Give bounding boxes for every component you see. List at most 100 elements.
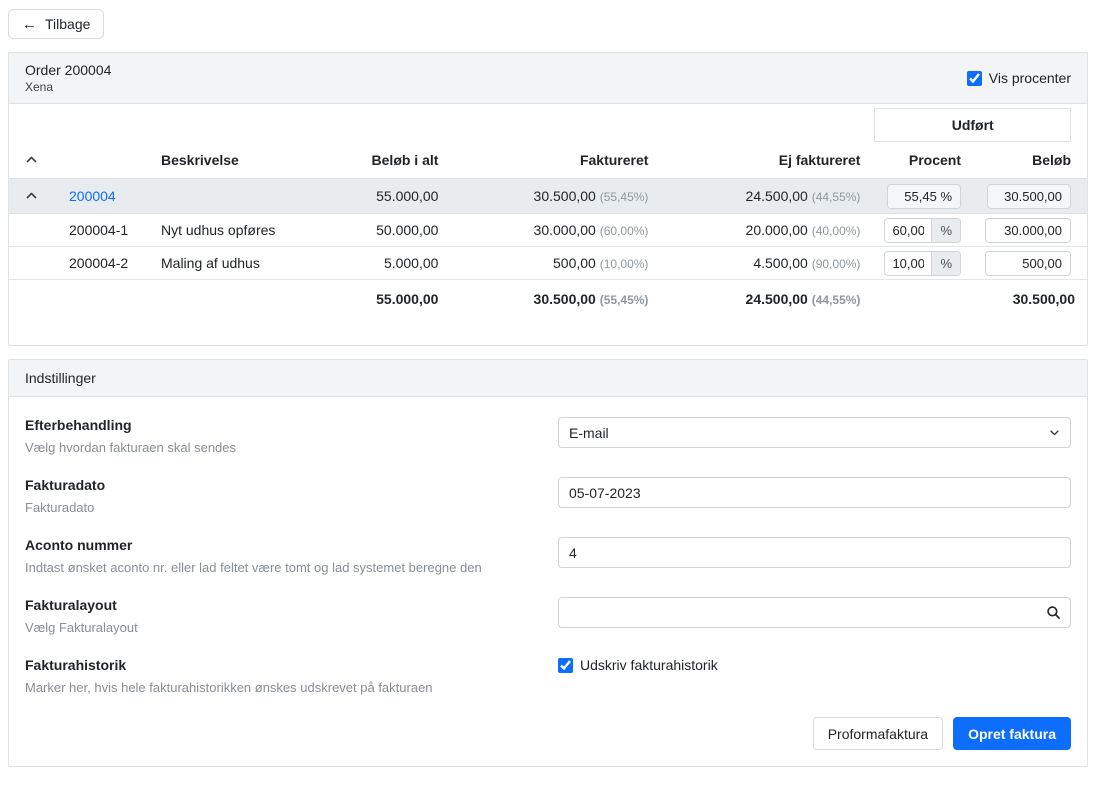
proformafaktura-button[interactable]: Proformafaktura [813, 717, 943, 750]
group-amount-box: 30.500,00 [987, 184, 1071, 209]
col-ej-faktureret: Ej faktureret [660, 142, 872, 179]
order-number-link[interactable]: 200004 [69, 188, 116, 204]
fakturahistorik-checkbox-label: Udskriv fakturahistorik [580, 657, 718, 673]
percent-suffix: % [931, 252, 960, 275]
percent-input[interactable] [885, 219, 931, 242]
fakturalayout-label-block: Fakturalayout Vælg Fakturalayout [25, 597, 558, 635]
fakturahistorik-help: Marker her, hvis hele fakturahistorikken… [25, 680, 530, 695]
group-invoiced: 30.500,00 [534, 188, 596, 204]
order-card: Order 200004 Xena Vis procenter Udført [8, 52, 1088, 346]
group-remaining-pct: (44,55%) [812, 190, 861, 204]
order-card-titles: Order 200004 Xena [25, 62, 111, 94]
order-card-header: Order 200004 Xena Vis procenter [9, 53, 1087, 104]
settings-form: Efterbehandling Vælg hvordan fakturaen s… [9, 397, 1087, 766]
aconto-label-block: Aconto nummer Indtast ønsket aconto nr. … [25, 537, 558, 575]
fakturadato-label-block: Fakturadato Fakturadato [25, 477, 558, 515]
total-faktureret: 30.500,00 [534, 291, 596, 307]
fakturadato-input[interactable] [558, 477, 1071, 508]
back-button-label: Tilbage [45, 16, 90, 32]
chevron-up-icon [25, 190, 38, 205]
amount-input[interactable] [985, 218, 1071, 243]
percent-input-group: % [884, 218, 961, 243]
line-description: Nyt udhus opføres [149, 214, 290, 247]
settings-card-header: Indstillinger [9, 360, 1087, 397]
form-actions: Proformafaktura Opret faktura [25, 717, 1071, 750]
form-row-fakturahistorik: Fakturahistorik Marker her, hvis hele fa… [25, 657, 1071, 695]
page: ← Tilbage Order 200004 Xena Vis procente… [0, 0, 1096, 776]
fakturahistorik-toggle[interactable]: Udskriv fakturahistorik [558, 657, 718, 673]
col-faktureret: Faktureret [450, 142, 660, 179]
order-title: Order 200004 [25, 62, 111, 78]
form-row-aconto: Aconto nummer Indtast ønsket aconto nr. … [25, 537, 1071, 575]
settings-title: Indstillinger [25, 370, 96, 386]
form-row-efterbehandling: Efterbehandling Vælg hvordan fakturaen s… [25, 417, 1071, 455]
percent-input-group: % [884, 251, 961, 276]
group-invoiced-pct: (55,45%) [600, 190, 649, 204]
line-invoiced: 500,00 [553, 255, 596, 271]
vis-procenter-label: Vis procenter [989, 70, 1071, 86]
back-button[interactable]: ← Tilbage [8, 9, 104, 39]
form-row-fakturalayout: Fakturalayout Vælg Fakturalayout [25, 597, 1071, 635]
udfort-header-row: Udført [9, 104, 1087, 142]
fakturadato-help: Fakturadato [25, 500, 530, 515]
order-subtitle: Xena [25, 80, 111, 94]
group-percent-box: 55,45 % [887, 184, 961, 209]
line-invoiced-pct: (60,00%) [600, 224, 649, 238]
efterbehandling-label: Efterbehandling [25, 417, 530, 433]
order-line-row: 200004-1 Nyt udhus opføres 50.000,00 30.… [9, 214, 1087, 247]
efterbehandling-label-block: Efterbehandling Vælg hvordan fakturaen s… [25, 417, 558, 455]
opret-faktura-button[interactable]: Opret faktura [953, 717, 1071, 750]
col-belob: Beløb [973, 142, 1087, 179]
efterbehandling-select[interactable]: E-mail [558, 417, 1071, 448]
udfort-group-header: Udført [874, 108, 1071, 142]
search-icon[interactable] [1046, 605, 1061, 620]
card-bottom-spacer [9, 319, 1087, 345]
totals-row: 55.000,00 30.500,00 (55,45%) 24.500,00 (… [9, 280, 1087, 320]
table-header-row: Beskrivelse Beløb i alt Faktureret Ej fa… [9, 142, 1087, 179]
line-invoiced: 30.000,00 [534, 222, 596, 238]
group-description [149, 179, 290, 214]
col-order-id [57, 142, 149, 179]
fakturalayout-input[interactable] [558, 597, 1071, 628]
col-belob-i-alt: Beløb i alt [290, 142, 450, 179]
line-id: 200004-2 [57, 247, 149, 280]
fakturahistorik-checkbox[interactable] [558, 658, 573, 673]
fakturadato-label: Fakturadato [25, 477, 530, 493]
line-total: 5.000,00 [384, 255, 439, 271]
vis-procenter-toggle[interactable]: Vis procenter [967, 70, 1071, 86]
aconto-help: Indtast ønsket aconto nr. eller lad felt… [25, 560, 530, 575]
fakturahistorik-label-block: Fakturahistorik Marker her, hvis hele fa… [25, 657, 558, 695]
order-group-row: 200004 55.000,00 30.500,00 (55,45%) 24.5… [9, 179, 1087, 214]
line-remaining-pct: (40,00%) [812, 224, 861, 238]
col-beskrivelse: Beskrivelse [149, 142, 290, 179]
line-total: 50.000,00 [376, 222, 438, 238]
percent-suffix: % [931, 219, 960, 242]
order-line-row: 200004-2 Maling af udhus 5.000,00 500,00… [9, 247, 1087, 280]
aconto-nummer-input[interactable] [558, 537, 1071, 568]
form-row-fakturadato: Fakturadato Fakturadato [25, 477, 1071, 515]
percent-input[interactable] [885, 252, 931, 275]
line-remaining: 20.000,00 [746, 222, 808, 238]
back-arrow-icon: ← [22, 17, 37, 32]
settings-card: Indstillinger Efterbehandling Vælg hvord… [8, 359, 1088, 767]
total-ej-faktureret-pct: (44,55%) [812, 293, 861, 307]
total-belob: 30.500,00 [1013, 291, 1075, 307]
total-belob-i-alt: 55.000,00 [376, 291, 438, 307]
collapse-all-button[interactable] [21, 151, 42, 168]
chevron-up-icon [25, 154, 38, 169]
line-remaining-pct: (90,00%) [812, 257, 861, 271]
collapse-group-button[interactable] [21, 187, 42, 204]
line-description: Maling af udhus [149, 247, 290, 280]
fakturalayout-label: Fakturalayout [25, 597, 530, 613]
total-ej-faktureret: 24.500,00 [746, 291, 808, 307]
fakturalayout-search-field [558, 597, 1071, 628]
efterbehandling-help: Vælg hvordan fakturaen skal sendes [25, 440, 530, 455]
total-faktureret-pct: (55,45%) [600, 293, 649, 307]
line-invoiced-pct: (10,00%) [600, 257, 649, 271]
vis-procenter-checkbox[interactable] [967, 71, 982, 86]
group-total: 55.000,00 [376, 188, 438, 204]
order-lines-table: Udført Beskrivelse Beløb i alt Fakt [9, 104, 1087, 319]
amount-input[interactable] [985, 251, 1071, 276]
fakturalayout-help: Vælg Fakturalayout [25, 620, 530, 635]
fakturahistorik-label: Fakturahistorik [25, 657, 530, 673]
